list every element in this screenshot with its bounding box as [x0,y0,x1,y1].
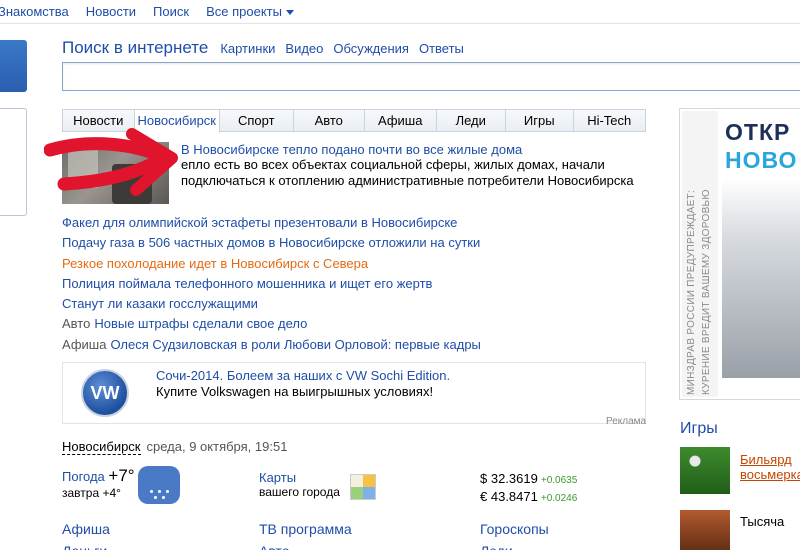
nav-all-projects[interactable]: Все проекты [206,4,294,19]
rate-value: 32.3619 [490,471,538,486]
city-selector[interactable]: Новосибирск [62,439,141,455]
euro-icon: € [480,489,488,504]
rate-value: 43.8471 [490,489,538,504]
list-item: Факел для олимпийской эстафеты презентов… [62,213,652,233]
search-title[interactable]: Поиск в интернете [62,38,208,58]
nav-search[interactable]: Поиск [153,4,189,19]
news-link[interactable]: Подачу газа в 506 частных домов в Новоси… [62,235,480,250]
rain-cloud-icon[interactable] [138,466,180,504]
nav-news[interactable]: Новости [86,4,136,19]
chevron-down-icon [285,10,294,16]
list-item: Афиша Олеся Судзиловская в роли Любови Ор… [62,335,652,355]
games-heading[interactable]: Игры [680,420,718,438]
news-link[interactable]: Олеся Судзиловская в роли Любови Орловой… [110,337,480,352]
service-link-lady[interactable]: Леди [480,543,513,550]
search-header: Поиск в интернете Картинки Видео Обсужде… [62,38,474,58]
banner-image [722,178,800,378]
banner-text-1: ОТКР [725,119,791,145]
service-link-money[interactable]: Деньги [62,543,107,550]
news-category: Афиша [62,336,107,352]
ad-text: Купите Volkswagen на выигрышных условиях… [156,384,434,399]
list-item: Резкое похолодание идет в Новосибирск с … [62,254,652,274]
health-warning-line-1: МИНЗДРАВ РОССИИ ПРЕДУПРЕЖДАЕТ: [686,189,697,395]
service-link-horoscopes[interactable]: Гороскопы [480,521,549,537]
map-icon[interactable] [350,474,376,500]
maps-link[interactable]: Карты [259,470,340,485]
nav-all-projects-label: Все проекты [206,4,282,19]
news-link[interactable]: Факел для олимпийской эстафеты презентов… [62,215,457,230]
service-link-tv[interactable]: ТВ программа [259,521,352,537]
game-title-line-1: Бильярд [740,452,792,467]
volkswagen-logo: VW [81,369,129,417]
service-link-auto[interactable]: Авто [259,543,290,550]
game-link-thousand[interactable]: Тысяча [740,514,784,529]
red-arrow-annotation [44,128,178,196]
news-category: Авто [62,316,91,332]
tab-games[interactable]: Игры [506,110,574,131]
left-blue-panel-fragment[interactable] [0,40,27,92]
weather-tomorrow: завтра +4° [62,486,121,500]
maps-widget: Карты вашего города [259,470,340,499]
list-item: Подачу газа в 506 частных домов в Новоси… [62,233,652,253]
weather-widget: Погода +7° завтра +4° [62,466,135,500]
rate-change: +0.0635 [540,475,578,486]
search-link-images[interactable]: Картинки [220,41,275,56]
list-item: Станут ли казаки госслужащими [62,294,652,314]
rate-usd[interactable]: $ 32.3619 +0.0635 [480,471,577,489]
service-link-afisha[interactable]: Афиша [62,521,110,537]
health-warning-strip: МИНЗДРАВ РОССИИ ПРЕДУПРЕЖДАЕТ: КУРЕНИЕ В… [682,111,718,397]
search-link-discussions[interactable]: Обсуждения [333,41,409,56]
rate-eur[interactable]: € 43.8471 +0.0246 [480,489,577,507]
news-link[interactable]: Новые штрафы сделали свое дело [94,316,307,331]
health-warning-line-2: КУРЕНИЕ ВРЕДИТ ВАШЕМУ ЗДОРОВЬЮ [701,189,712,395]
lead-news-title[interactable]: В Новосибирске тепло подано почти во все… [181,142,522,157]
ad-block[interactable]: VW Сочи-2014. Болеем за наших с VW Sochi… [62,362,646,424]
tab-lady[interactable]: Леди [437,110,506,131]
ad-title[interactable]: Сочи-2014. Болеем за наших с VW Sochi Ed… [156,368,450,383]
list-item: Полиция поймала телефонного мошенника и … [62,274,652,294]
lead-news-text: епло есть во всех объектах социальной сф… [181,157,634,188]
news-list: Факел для олимпийской эстафеты презентов… [62,213,652,355]
ad-label: Реклама [606,416,647,427]
weather-link[interactable]: Погода [62,469,105,484]
maps-sub: вашего города [259,485,340,499]
game-thumbnail-billiards[interactable] [680,447,730,494]
weather-now: +7° [108,466,135,485]
banner-text-2: НОВО [725,147,798,173]
currency-rates: $ 32.3619 +0.0635 € 43.8471 +0.0246 [480,471,577,507]
rate-change: +0.0246 [540,493,578,504]
game-title-line-2: восьмерка [740,467,800,482]
tab-auto[interactable]: Авто [294,110,365,131]
tab-hitech[interactable]: Hi-Tech [574,110,646,131]
tab-sport[interactable]: Спорт [220,110,294,131]
search-input[interactable] [62,62,800,91]
top-navigation: Знакомства Новости Поиск Все проекты [0,0,800,24]
news-link[interactable]: Полиция поймала телефонного мошенника и … [62,276,432,291]
left-box-fragment [0,108,27,216]
game-thumbnail-thousand[interactable] [680,510,730,550]
nav-dating[interactable]: Знакомства [0,4,69,19]
search-link-answers[interactable]: Ответы [419,41,464,56]
dollar-icon: $ [480,471,488,486]
current-date: среда, 9 октября, 19:51 [146,439,288,454]
news-link[interactable]: Станут ли казаки госслужащими [62,296,258,311]
tab-afisha[interactable]: Афиша [365,110,437,131]
search-link-video[interactable]: Видео [285,41,323,56]
list-item: Авто Новые штрафы сделали свое дело [62,314,652,334]
news-link-highlighted[interactable]: Резкое похолодание идет в Новосибирск с … [62,256,368,271]
city-line: Новосибирск среда, 9 октября, 19:51 [62,439,288,455]
game-link-billiards[interactable]: Бильярд восьмерка [740,452,800,482]
